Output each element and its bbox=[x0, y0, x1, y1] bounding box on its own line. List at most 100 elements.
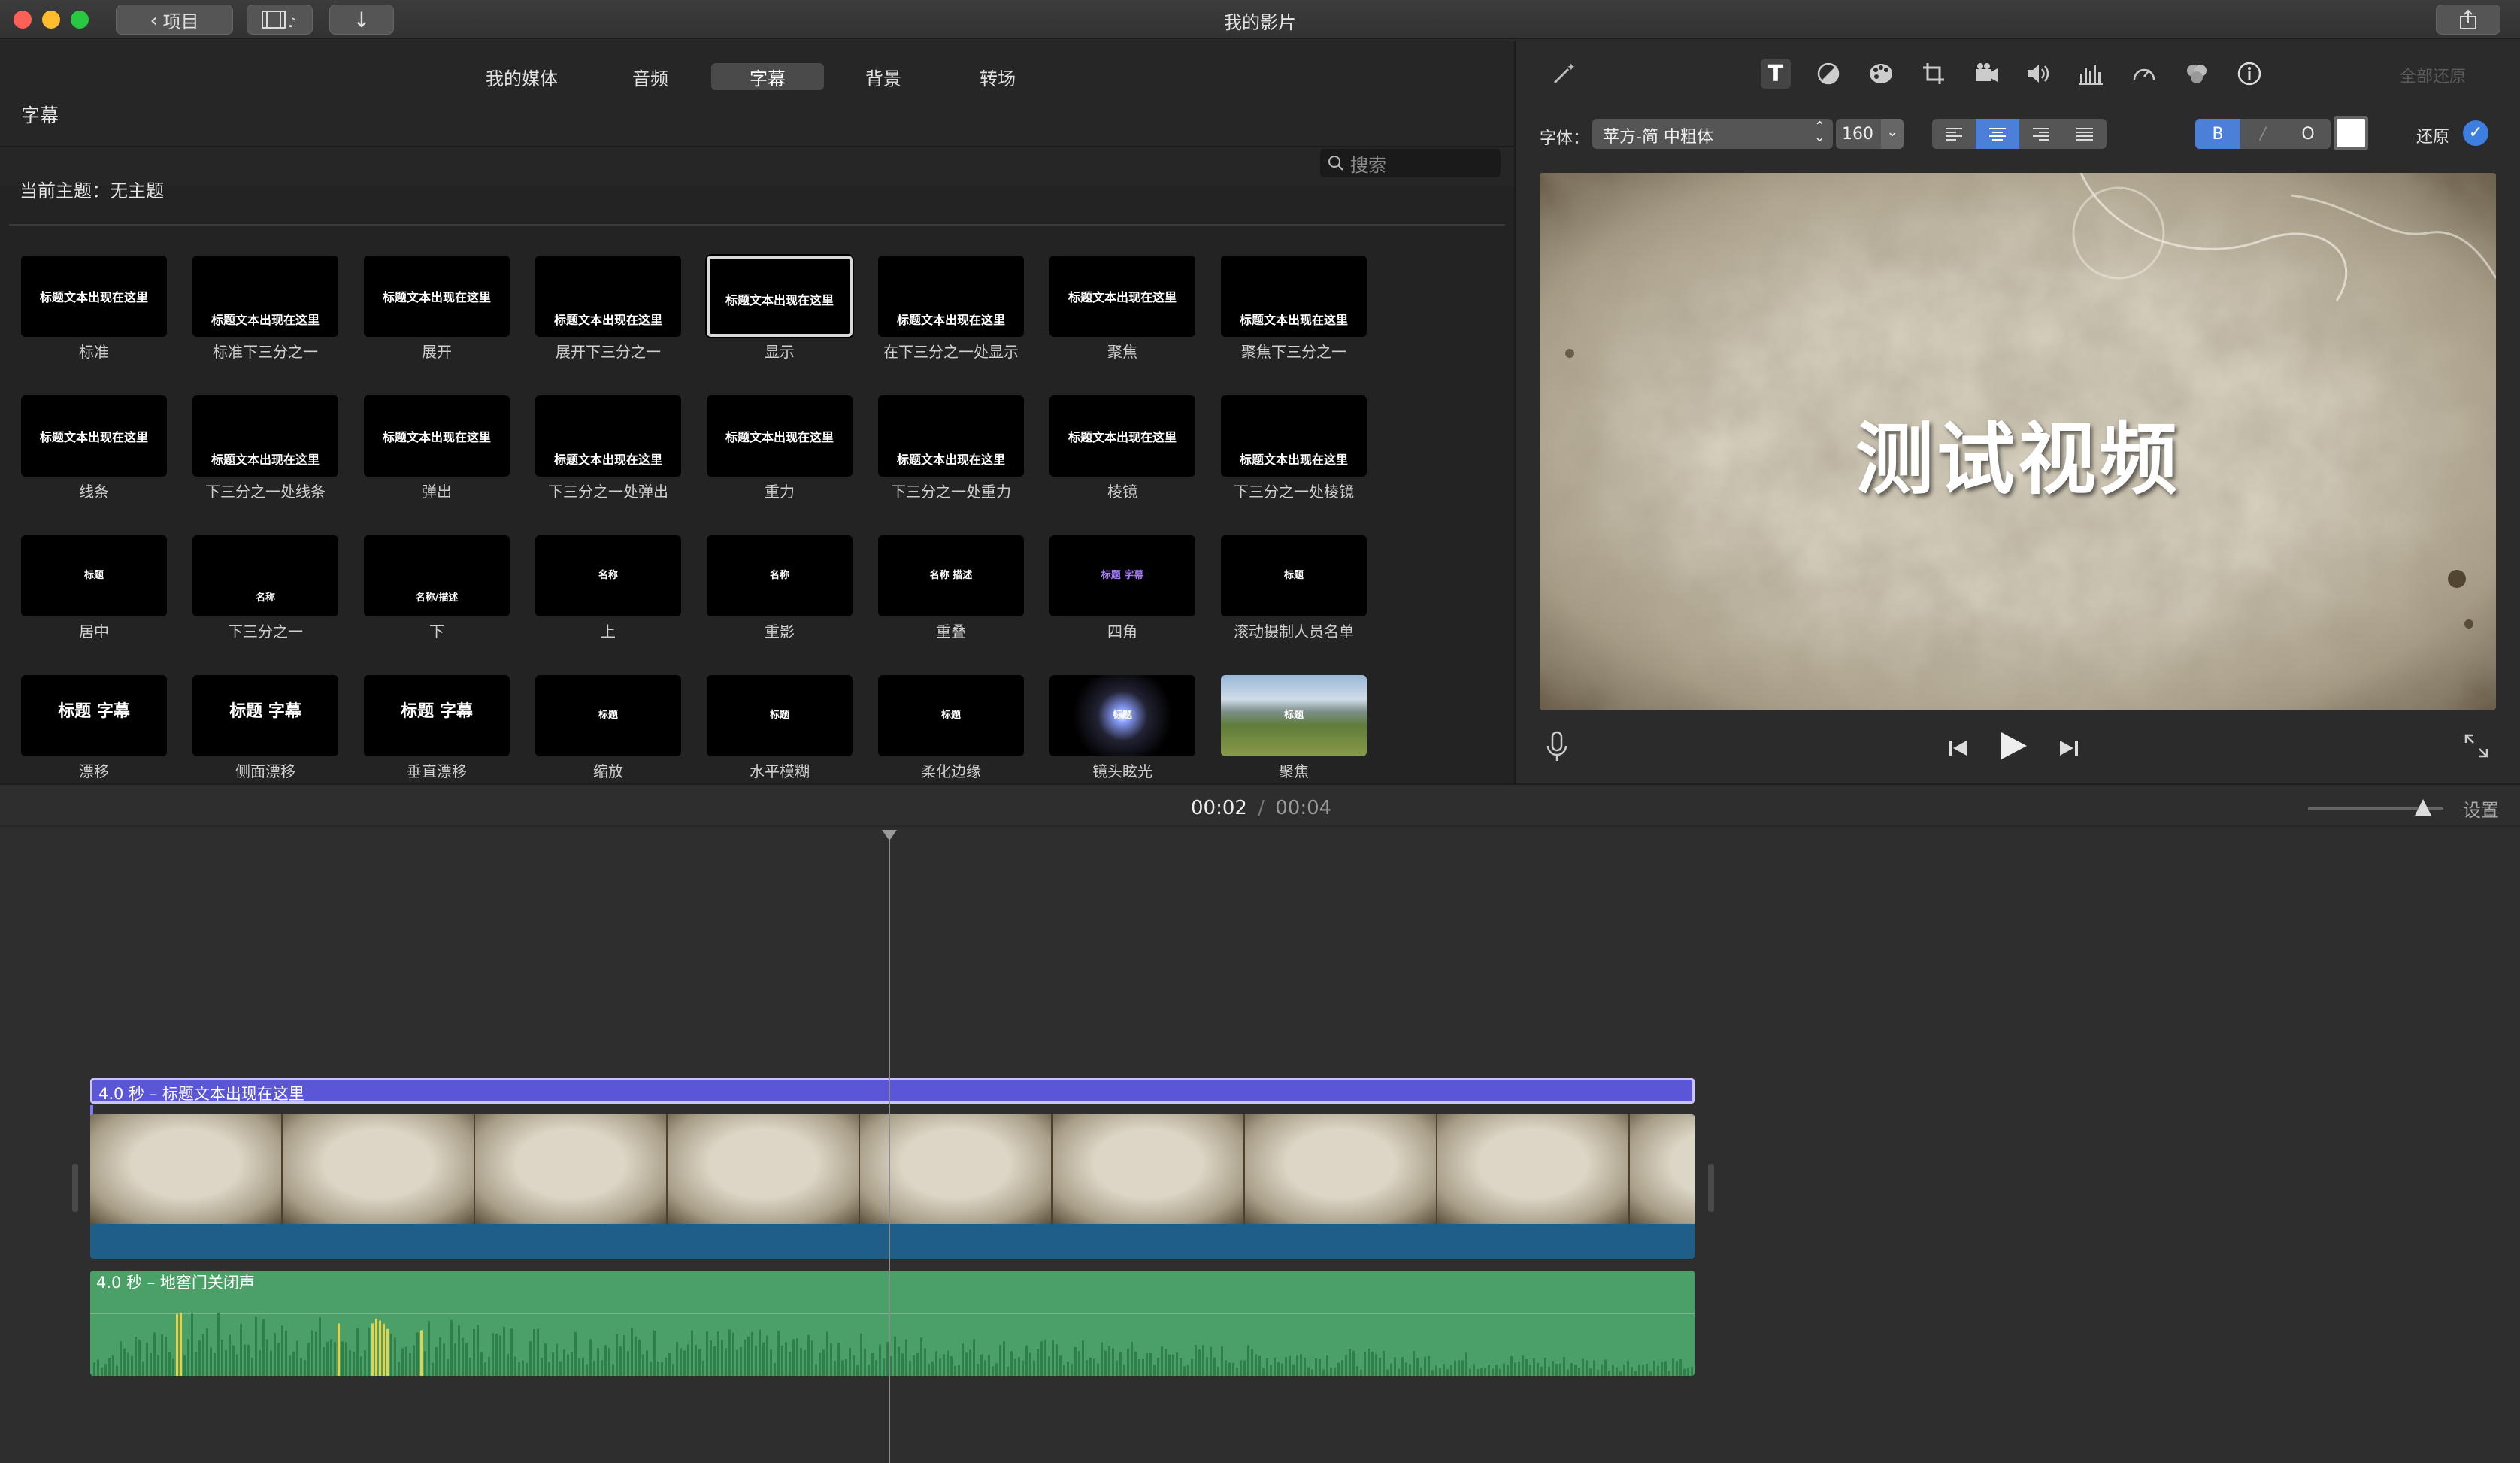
waveform-bar bbox=[935, 1351, 937, 1376]
tab-transitions[interactable]: 转场 bbox=[949, 63, 1046, 90]
title-thumbnail[interactable]: 标题 bbox=[1049, 675, 1195, 756]
clip-handle-left[interactable] bbox=[72, 1164, 78, 1212]
title-thumbnail-text: 标题 bbox=[769, 710, 789, 721]
title-thumbnail[interactable]: 标题 字幕 bbox=[1049, 535, 1195, 616]
outline-button[interactable]: O bbox=[2285, 119, 2331, 149]
waveform-bar bbox=[653, 1330, 656, 1376]
title-thumbnail[interactable]: 标题文本出现在这里 bbox=[535, 256, 681, 337]
font-family-select[interactable]: 苹方-简 中粗体 ⌃ ⌄ bbox=[1592, 119, 1833, 149]
info-icon[interactable] bbox=[2234, 59, 2264, 89]
tab-titles[interactable]: 字幕 bbox=[711, 63, 824, 90]
video-camera-icon[interactable] bbox=[1971, 59, 2001, 89]
tab-audio[interactable]: 音频 bbox=[601, 63, 699, 90]
search-field[interactable]: 搜索 bbox=[1320, 149, 1501, 177]
crop-icon[interactable] bbox=[1919, 59, 1949, 89]
waveform-bar bbox=[774, 1362, 776, 1376]
video-clip[interactable] bbox=[90, 1114, 1695, 1259]
title-thumbnail-text: 标题 字幕 bbox=[58, 702, 130, 721]
title-thumbnail[interactable]: 标题 bbox=[707, 675, 853, 756]
title-thumbnail[interactable]: 标题 bbox=[21, 535, 167, 616]
waveform-bar bbox=[1371, 1352, 1374, 1376]
speed-icon[interactable] bbox=[2129, 59, 2159, 89]
waveform-bar bbox=[255, 1316, 257, 1376]
italic-button[interactable]: / bbox=[2240, 119, 2285, 149]
fullscreen-icon[interactable] bbox=[2463, 732, 2490, 759]
filter-icon[interactable] bbox=[2182, 59, 2212, 89]
skip-forward-icon[interactable] bbox=[2055, 737, 2081, 759]
waveform-bar bbox=[353, 1351, 355, 1376]
waveform-bar bbox=[1033, 1360, 1035, 1376]
magic-wand-icon[interactable]: ✦ bbox=[1549, 59, 1579, 89]
text-color-well[interactable] bbox=[2334, 116, 2368, 150]
viewer-title-text[interactable]: 测试视频 bbox=[1540, 395, 2496, 509]
font-size-select[interactable]: 160 ⌄ bbox=[1836, 119, 1904, 149]
title-thumbnail[interactable]: 标题文本出现在这里 bbox=[1221, 395, 1367, 477]
waveform-bar bbox=[721, 1340, 723, 1376]
title-thumbnail[interactable]: 标题 bbox=[1221, 675, 1367, 756]
title-thumbnail[interactable]: 名称 bbox=[707, 535, 853, 616]
title-thumbnail[interactable]: 名称 bbox=[535, 535, 681, 616]
waveform-bar bbox=[1563, 1356, 1565, 1376]
title-thumbnail[interactable]: 标题文本出现在这里 bbox=[364, 395, 510, 477]
playhead[interactable] bbox=[889, 833, 890, 1463]
tab-my-media[interactable]: 我的媒体 bbox=[469, 63, 574, 90]
clip-handle-right[interactable] bbox=[1708, 1164, 1714, 1212]
volume-icon[interactable] bbox=[2024, 59, 2054, 89]
title-thumbnail[interactable]: 标题文本出现在这里 bbox=[21, 256, 167, 337]
share-button[interactable] bbox=[2436, 5, 2500, 35]
bold-button[interactable]: B bbox=[2195, 119, 2240, 149]
title-thumbnail[interactable]: 标题 bbox=[1221, 535, 1367, 616]
play-icon[interactable] bbox=[1997, 729, 2030, 762]
tab-backgrounds[interactable]: 背景 bbox=[834, 63, 932, 90]
waveform-bar bbox=[454, 1343, 456, 1376]
waveform-bar bbox=[383, 1323, 385, 1376]
align-center-icon[interactable] bbox=[1976, 119, 2019, 149]
skip-back-icon[interactable] bbox=[1946, 737, 1971, 759]
title-thumbnail[interactable]: 标题文本出现在这里 bbox=[1049, 256, 1195, 337]
title-thumbnail[interactable]: 标题文本出现在这里 bbox=[707, 256, 853, 337]
zoom-slider-knob[interactable] bbox=[2415, 799, 2431, 816]
title-thumbnail[interactable]: 标题文本出现在这里 bbox=[707, 395, 853, 477]
title-thumbnail[interactable]: 标题文本出现在这里 bbox=[878, 256, 1024, 337]
title-thumbnail[interactable]: 标题 字幕 bbox=[21, 675, 167, 756]
title-thumbnail[interactable]: 标题 bbox=[878, 675, 1024, 756]
waveform-bar bbox=[853, 1355, 855, 1376]
title-thumbnail[interactable]: 标题文本出现在这里 bbox=[1049, 395, 1195, 477]
title-thumbnail[interactable]: 标题文本出现在这里 bbox=[535, 395, 681, 477]
title-thumbnail[interactable]: 名称 bbox=[192, 535, 338, 616]
waveform-bar bbox=[217, 1313, 220, 1376]
checkmark-icon[interactable]: ✓ bbox=[2463, 120, 2488, 146]
reset-button[interactable]: 还原 bbox=[2416, 123, 2449, 147]
title-thumbnail[interactable]: 标题文本出现在这里 bbox=[364, 256, 510, 337]
preview-viewer[interactable]: 测试视频 bbox=[1540, 173, 2496, 710]
title-thumbnail[interactable]: 标题文本出现在这里 bbox=[192, 256, 338, 337]
zoom-slider[interactable] bbox=[2308, 799, 2443, 816]
settings-button[interactable]: 设置 bbox=[2463, 795, 2499, 822]
title-thumbnail[interactable]: 标题文本出现在这里 bbox=[1221, 256, 1367, 337]
title-thumbnail[interactable]: 标题 字幕 bbox=[192, 675, 338, 756]
microphone-icon[interactable] bbox=[1544, 731, 1570, 764]
title-thumbnail[interactable]: 名称 描述 bbox=[878, 535, 1024, 616]
waveform-bar bbox=[1198, 1349, 1201, 1376]
playhead-marker[interactable] bbox=[882, 830, 897, 841]
title-thumbnail[interactable]: 名称/描述 bbox=[364, 535, 510, 616]
align-right-icon[interactable] bbox=[2019, 119, 2063, 149]
align-left-icon[interactable] bbox=[1932, 119, 1976, 149]
title-thumbnail[interactable]: 标题文本出现在这里 bbox=[192, 395, 338, 477]
title-clip[interactable]: 4.0 秒 – 标题文本出现在这里 bbox=[90, 1078, 1695, 1104]
title-thumbnail-label: 上 bbox=[601, 622, 616, 641]
waveform-bar bbox=[1676, 1361, 1678, 1376]
audio-clip[interactable]: 4.0 秒 – 地窖门关闭声 bbox=[90, 1271, 1695, 1376]
color-balance-icon[interactable] bbox=[1813, 59, 1843, 89]
reset-all-button[interactable]: 全部还原 bbox=[2400, 63, 2466, 87]
title-thumbnail[interactable]: 标题 字幕 bbox=[364, 675, 510, 756]
waveform-bar bbox=[529, 1341, 532, 1376]
title-thumbnail[interactable]: 标题 bbox=[535, 675, 681, 756]
title-thumbnail[interactable]: 标题文本出现在这里 bbox=[878, 395, 1024, 477]
palette-icon[interactable] bbox=[1866, 59, 1896, 89]
title-thumbnail[interactable]: 标题文本出现在这里 bbox=[21, 395, 167, 477]
text-icon[interactable]: T bbox=[1761, 59, 1791, 89]
equalizer-icon[interactable] bbox=[2076, 59, 2107, 89]
waveform-bar bbox=[326, 1341, 329, 1376]
align-justify-icon[interactable] bbox=[2063, 119, 2107, 149]
